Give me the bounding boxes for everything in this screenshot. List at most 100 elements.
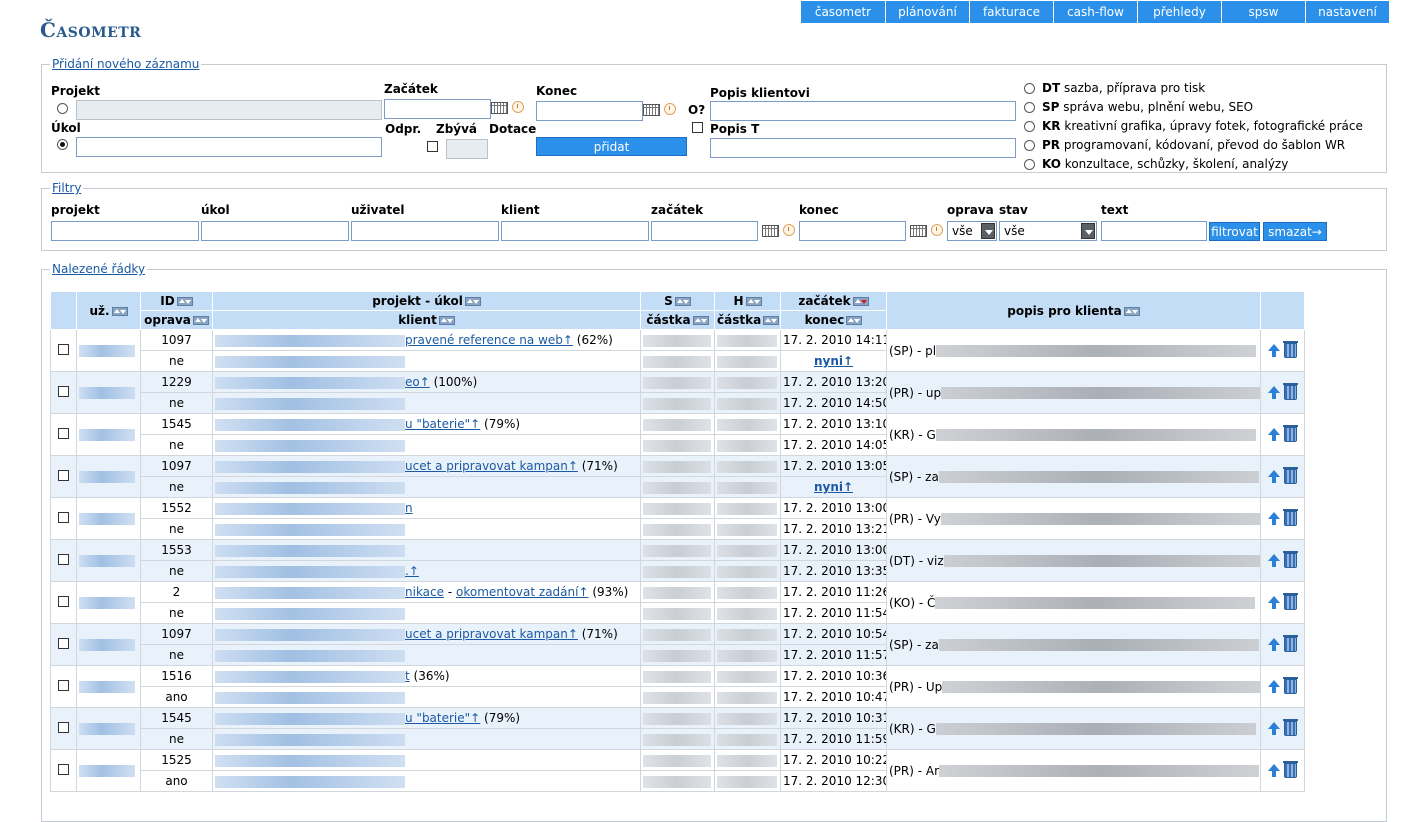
s-castka-column-header[interactable]: částka xyxy=(640,310,715,330)
trash-icon[interactable] xyxy=(1283,383,1298,400)
move-up-icon[interactable] xyxy=(1268,469,1280,484)
filter-projekt-input[interactable] xyxy=(51,221,199,241)
row-checkbox[interactable] xyxy=(58,385,69,397)
nav-item-1[interactable]: plánování xyxy=(885,1,969,23)
row-checkbox[interactable] xyxy=(58,721,69,733)
row-checkbox[interactable] xyxy=(58,637,69,649)
move-up-icon[interactable] xyxy=(1268,385,1280,400)
nav-item-2[interactable]: fakturace xyxy=(969,1,1053,23)
filter-konec-calendar-icon[interactable] xyxy=(910,225,927,237)
row-checkbox[interactable] xyxy=(58,595,69,607)
filter-konec-input[interactable] xyxy=(799,221,906,241)
task-link[interactable]: n xyxy=(405,501,413,515)
filter-klient-input[interactable] xyxy=(501,221,649,241)
filter-konec-clock-icon[interactable] xyxy=(931,224,943,236)
klient-column-header[interactable]: klient xyxy=(212,310,641,330)
move-up-icon[interactable] xyxy=(1268,343,1280,358)
move-up-icon[interactable] xyxy=(1268,763,1280,778)
projekt-ukol-column-header[interactable]: projekt - úkol xyxy=(212,291,641,311)
popis-t-input[interactable] xyxy=(710,138,1016,158)
filter-ukol-input[interactable] xyxy=(201,221,349,241)
trash-icon[interactable] xyxy=(1283,509,1298,526)
nav-item-4[interactable]: přehledy xyxy=(1137,1,1221,23)
row-checkbox[interactable] xyxy=(58,763,69,775)
filters-legend[interactable]: Filtry xyxy=(50,181,83,195)
row-checkbox[interactable] xyxy=(58,427,69,439)
zacatek-input[interactable] xyxy=(384,99,491,119)
filter-zacatek-input[interactable] xyxy=(651,221,758,241)
nav-item-0[interactable]: časometr xyxy=(801,1,885,23)
trash-icon[interactable] xyxy=(1283,761,1298,778)
konec-calendar-icon[interactable] xyxy=(643,104,660,116)
trash-icon[interactable] xyxy=(1283,677,1298,694)
work-type-radio[interactable] xyxy=(1024,102,1035,113)
work-type-radio[interactable] xyxy=(1024,159,1035,170)
row-checkbox[interactable] xyxy=(58,511,69,523)
trash-icon[interactable] xyxy=(1283,551,1298,568)
oprava-column-header[interactable]: oprava xyxy=(140,310,213,330)
filter-stav-select[interactable]: vše xyxy=(999,221,1097,241)
row-checkbox[interactable] xyxy=(58,553,69,565)
move-up-icon[interactable] xyxy=(1268,427,1280,442)
uz-column-header[interactable]: už. xyxy=(76,291,141,330)
task-link-2[interactable]: okomentovat zadání↑ xyxy=(456,585,589,599)
trash-icon[interactable] xyxy=(1283,635,1298,652)
task-link[interactable]: nikace xyxy=(405,585,444,599)
filter-uzivatel-input[interactable] xyxy=(351,221,499,241)
h-column-header[interactable]: H xyxy=(714,291,781,311)
task-link[interactable]: ucet a pripravovat kampan↑ xyxy=(405,459,578,473)
popis-klientovi-input[interactable] xyxy=(710,101,1016,121)
filter-oprava-select[interactable]: vše xyxy=(947,221,997,241)
smazat-button[interactable]: smazat→ xyxy=(1263,222,1327,241)
row-checkbox[interactable] xyxy=(58,679,69,691)
move-up-icon[interactable] xyxy=(1268,637,1280,652)
client-link[interactable]: .↑ xyxy=(405,564,419,578)
filter-text-input[interactable] xyxy=(1101,221,1207,241)
konec-input[interactable] xyxy=(536,101,643,121)
trash-icon[interactable] xyxy=(1283,467,1298,484)
ukol-radio[interactable] xyxy=(57,139,68,150)
task-link[interactable]: u "baterie"↑ xyxy=(405,711,480,725)
nav-item-3[interactable]: cash-flow xyxy=(1053,1,1137,23)
add-record-legend[interactable]: Přidání nového záznamu xyxy=(50,57,201,71)
h-castka-column-header[interactable]: částka xyxy=(714,310,781,330)
end-now-link[interactable]: nyni↑ xyxy=(814,480,853,494)
zbyva-input[interactable] xyxy=(446,139,488,159)
row-checkbox[interactable] xyxy=(58,469,69,481)
move-up-icon[interactable] xyxy=(1268,511,1280,526)
task-link[interactable]: u "baterie"↑ xyxy=(405,417,480,431)
task-link[interactable]: ucet a pripravovat kampan↑ xyxy=(405,627,578,641)
trash-icon[interactable] xyxy=(1283,719,1298,736)
zacatek-clock-icon[interactable] xyxy=(512,101,524,113)
konec-column-header[interactable]: konec xyxy=(780,310,887,330)
results-legend[interactable]: Nalezené řádky xyxy=(50,262,147,276)
projekt-input[interactable] xyxy=(76,100,382,120)
ukol-input[interactable] xyxy=(76,137,382,157)
id-column-header[interactable]: ID xyxy=(140,291,213,311)
filter-zacatek-calendar-icon[interactable] xyxy=(762,225,779,237)
nav-item-5[interactable]: spsw xyxy=(1221,1,1305,23)
projekt-radio[interactable] xyxy=(57,103,68,114)
trash-icon[interactable] xyxy=(1283,425,1298,442)
trash-icon[interactable] xyxy=(1283,593,1298,610)
s-column-header[interactable]: S xyxy=(640,291,715,311)
zacatek-calendar-icon[interactable] xyxy=(491,102,508,114)
work-type-radio[interactable] xyxy=(1024,83,1035,94)
move-up-icon[interactable] xyxy=(1268,679,1280,694)
end-now-link[interactable]: nyni↑ xyxy=(814,354,853,368)
filtrovat-button[interactable]: filtrovat xyxy=(1209,222,1260,241)
move-up-icon[interactable] xyxy=(1268,721,1280,736)
zacatek-column-header[interactable]: začátek xyxy=(780,291,887,311)
o-checkbox[interactable] xyxy=(692,122,703,133)
konec-clock-icon[interactable] xyxy=(664,103,676,115)
work-type-radio[interactable] xyxy=(1024,121,1035,132)
task-link[interactable]: pravené reference na web↑ xyxy=(405,333,573,347)
move-up-icon[interactable] xyxy=(1268,595,1280,610)
task-link[interactable]: eo↑ xyxy=(405,375,430,389)
popis-column-header[interactable]: popis pro klienta xyxy=(886,291,1261,330)
nav-item-6[interactable]: nastavení xyxy=(1305,1,1389,23)
move-up-icon[interactable] xyxy=(1268,553,1280,568)
pridat-button[interactable]: přidat xyxy=(536,137,687,156)
filter-zacatek-clock-icon[interactable] xyxy=(783,224,795,236)
row-checkbox[interactable] xyxy=(58,343,69,355)
